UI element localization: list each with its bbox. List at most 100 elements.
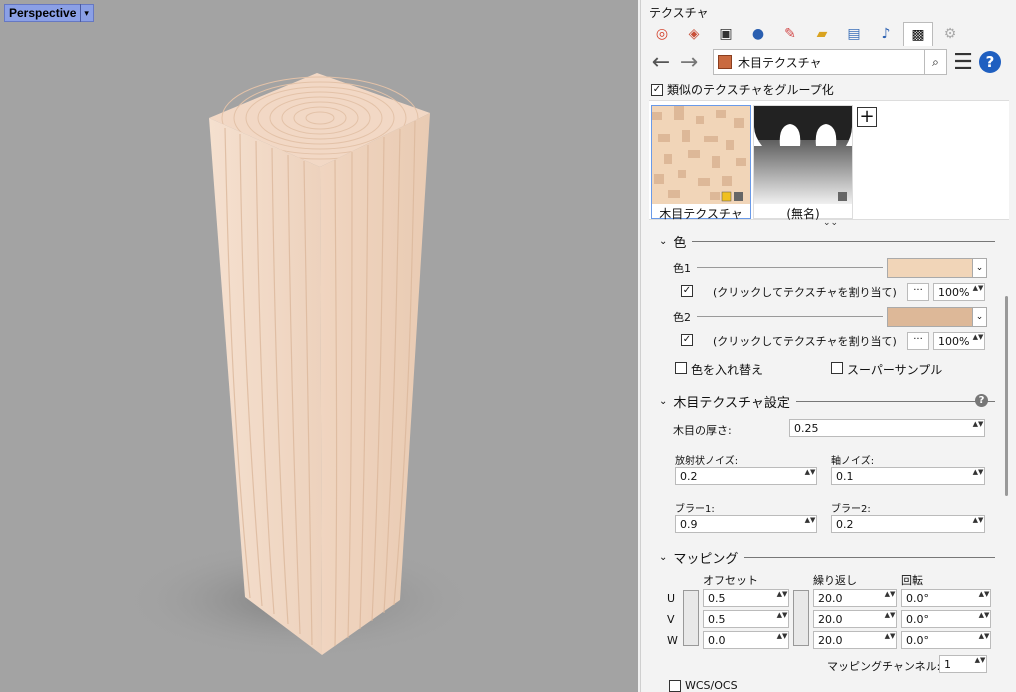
section-divider — [744, 557, 995, 558]
gradient-texture-preview — [754, 106, 852, 204]
blur1-label: ブラー1: — [675, 504, 715, 515]
blur2-field[interactable]: 0.2 ▲▼ — [831, 515, 985, 533]
color2-more-button[interactable]: ··· — [907, 332, 929, 350]
spinner-icon[interactable]: ▲▼ — [978, 590, 990, 606]
chevron-down-icon[interactable]: ⌄ — [972, 259, 986, 277]
thumbnail-wood[interactable]: 木目テクスチャ — [651, 105, 751, 221]
texture-name-field[interactable]: 木目テクスチャ — [713, 49, 925, 75]
group-similar-row[interactable]: ✓ 類似のテクスチャをグループ化 — [651, 81, 834, 98]
menu-icon[interactable]: ☰ — [947, 48, 979, 76]
spinner-icon[interactable]: ▲▼ — [972, 516, 984, 532]
w-rotation-field[interactable]: 0.0° ▲▼ — [901, 631, 991, 649]
viewport-title[interactable]: Perspective ▾ — [4, 4, 94, 22]
color1-amount-field[interactable]: 100% ▲▼ — [933, 283, 985, 301]
spinner-icon[interactable]: ▲▼ — [978, 632, 990, 648]
wood-section-header[interactable]: ⌄ 木目テクスチャ設定 — [659, 392, 995, 411]
v-rotation-field[interactable]: 0.0° ▲▼ — [901, 610, 991, 628]
u-offset-field[interactable]: 0.5 ▲▼ — [703, 589, 789, 607]
offset-lock-icon[interactable] — [683, 590, 699, 646]
display-icon[interactable]: ▣ — [711, 22, 741, 46]
v-repeat-field[interactable]: 20.0 ▲▼ — [813, 610, 897, 628]
environment-icon[interactable]: ● — [743, 22, 773, 46]
color2-picker[interactable]: ⌄ — [887, 307, 987, 327]
mapping-section-header[interactable]: ⌄ マッピング — [659, 548, 995, 567]
spinner-icon[interactable]: ▲▼ — [776, 611, 788, 627]
spinner-icon[interactable]: ▲▼ — [884, 611, 896, 627]
repeat-lock-icon[interactable] — [793, 590, 809, 646]
add-texture-button[interactable]: + — [857, 107, 877, 127]
properties-scrollbar[interactable] — [1005, 296, 1008, 496]
offset-column-label: オフセット — [703, 574, 758, 587]
color-section-title: 色 — [673, 236, 687, 251]
blur1-field[interactable]: 0.9 ▲▼ — [675, 515, 817, 533]
wood-help-icon[interactable]: ? — [975, 394, 988, 407]
gear-icon[interactable]: ⚙ — [935, 22, 965, 46]
supersample-checkbox[interactable] — [831, 362, 843, 374]
wcs-ocs-checkbox[interactable] — [669, 680, 681, 692]
search-icon[interactable]: ⌕ — [925, 49, 947, 75]
v-offset-field[interactable]: 0.5 ▲▼ — [703, 610, 789, 628]
radial-noise-label: 放射状ノイズ: — [675, 456, 739, 467]
chevron-down-icon[interactable]: ⌄ — [972, 308, 986, 326]
spinner-icon[interactable]: ▲▼ — [972, 284, 984, 300]
spinner-icon[interactable]: ▲▼ — [884, 632, 896, 648]
forward-arrow-icon[interactable]: → — [675, 48, 703, 76]
axial-noise-field[interactable]: 0.1 ▲▼ — [831, 467, 985, 485]
spinner-icon[interactable]: ▲▼ — [972, 333, 984, 349]
spinner-icon[interactable]: ▲▼ — [884, 590, 896, 606]
color1-assign-link[interactable]: (クリックしてテクスチャを割り当て) — [713, 284, 897, 300]
mapping-channel-field[interactable]: 1 ▲▼ — [939, 655, 987, 673]
back-arrow-icon[interactable]: ← — [647, 48, 675, 76]
material-icon[interactable]: ◈ — [679, 22, 709, 46]
viewport-dropdown-icon[interactable]: ▾ — [80, 4, 89, 22]
group-similar-checkbox[interactable]: ✓ — [651, 83, 663, 96]
swap-colors-label: 色を入れ替え — [691, 363, 764, 377]
wood-texture-preview — [652, 106, 750, 204]
bell-icon[interactable]: ♪ — [871, 22, 901, 46]
spinner-icon[interactable]: ▲▼ — [804, 468, 816, 484]
color1-picker[interactable]: ⌄ — [887, 258, 987, 278]
color2-texture-checkbox[interactable]: ✓ — [681, 334, 693, 346]
spinner-icon[interactable]: ▲▼ — [776, 632, 788, 648]
paint-icon[interactable]: ✎ — [775, 22, 805, 46]
grain-thickness-field[interactable]: 0.25 ▲▼ — [789, 419, 985, 437]
thumbnail-unnamed[interactable]: (無名) — [753, 105, 853, 221]
perspective-viewport[interactable]: Perspective ▾ — [0, 0, 638, 692]
color2-assign-link[interactable]: (クリックしてテクスチャを割り当て) — [713, 333, 897, 349]
image-icon[interactable]: ▤ — [839, 22, 869, 46]
color2-amount-field[interactable]: 100% ▲▼ — [933, 332, 985, 350]
folder-icon[interactable]: ▰ — [807, 22, 837, 46]
rotation-column-label: 回転 — [901, 574, 923, 587]
spinner-icon[interactable]: ▲▼ — [978, 611, 990, 627]
grain-thickness-value: 0.25 — [794, 421, 819, 435]
color-wheel-icon[interactable]: ◎ — [647, 22, 677, 46]
help-icon[interactable]: ? — [979, 51, 1001, 73]
group-similar-label: 類似のテクスチャをグループ化 — [667, 83, 834, 97]
color1-texture-checkbox[interactable]: ✓ — [681, 285, 693, 297]
blur2-label: ブラー2: — [831, 504, 871, 515]
texture-panel: テクスチャ ◎ ◈ ▣ ● ✎ ▰ ▤ ♪ ▩ ⚙ ← → 木目テクスチャ ⌕ … — [640, 0, 1016, 692]
radial-noise-value: 0.2 — [680, 469, 698, 483]
color1-more-button[interactable]: ··· — [907, 283, 929, 301]
spinner-icon[interactable]: ▲▼ — [804, 516, 816, 532]
axial-noise-label: 軸ノイズ: — [831, 456, 875, 467]
color2-swatch — [888, 308, 972, 326]
v-offset-value: 0.5 — [708, 612, 726, 626]
section-divider — [795, 401, 995, 402]
spinner-icon[interactable]: ▲▼ — [974, 656, 986, 672]
w-offset-field[interactable]: 0.0 ▲▼ — [703, 631, 789, 649]
u-repeat-field[interactable]: 20.0 ▲▼ — [813, 589, 897, 607]
mapping-channel-value: 1 — [944, 657, 951, 671]
u-rotation-field[interactable]: 0.0° ▲▼ — [901, 589, 991, 607]
w-offset-value: 0.0 — [708, 633, 726, 647]
blur2-value: 0.2 — [836, 517, 854, 531]
spinner-icon[interactable]: ▲▼ — [776, 590, 788, 606]
swap-colors-checkbox[interactable] — [675, 362, 687, 374]
spinner-icon[interactable]: ▲▼ — [972, 468, 984, 484]
color-section-header[interactable]: ⌄ 色 — [659, 232, 995, 251]
texture-icon[interactable]: ▩ — [903, 22, 933, 46]
texture-nav-bar: ← → 木目テクスチャ ⌕ ☰ ? — [647, 48, 1011, 76]
w-repeat-field[interactable]: 20.0 ▲▼ — [813, 631, 897, 649]
radial-noise-field[interactable]: 0.2 ▲▼ — [675, 467, 817, 485]
spinner-icon[interactable]: ▲▼ — [972, 420, 984, 436]
